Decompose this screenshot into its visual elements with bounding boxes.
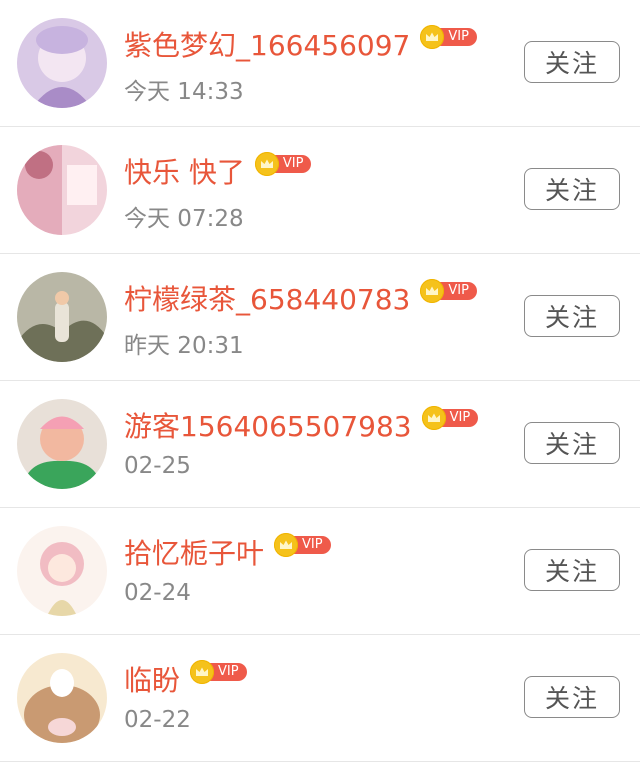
username-text: 拾忆栀子叶 <box>124 537 265 570</box>
avatar-image-icon <box>17 272 107 362</box>
timestamp: 今天 07:28 <box>124 206 244 232</box>
follow-list: 紫色梦幻_166456097 VIP 今天 14:33 关注 快乐 快了 VIP <box>0 0 640 762</box>
list-item[interactable]: 柠檬绿茶_658440783 VIP 昨天 20:31 关注 <box>0 254 640 381</box>
username[interactable]: 柠檬绿茶_658440783 VIP <box>124 278 477 318</box>
crown-icon <box>420 279 445 303</box>
list-item[interactable]: 紫色梦幻_166456097 VIP 今天 14:33 关注 <box>0 0 640 127</box>
timestamp: 昨天 20:31 <box>124 333 244 359</box>
avatar[interactable] <box>17 145 107 235</box>
avatar-image-icon <box>17 145 107 235</box>
vip-badge: VIP <box>420 279 477 303</box>
list-item[interactable]: 快乐 快了 VIP 今天 07:28 关注 <box>0 127 640 254</box>
username[interactable]: 紫色梦幻_166456097 VIP <box>124 24 477 64</box>
avatar[interactable] <box>17 653 107 743</box>
timestamp: 今天 14:33 <box>124 79 244 105</box>
timestamp: 02-25 <box>124 453 191 479</box>
follow-button[interactable]: 关注 <box>524 295 620 337</box>
avatar[interactable] <box>17 526 107 616</box>
username[interactable]: 快乐 快了 VIP <box>124 151 312 191</box>
vip-badge: VIP <box>420 25 477 49</box>
avatar-image-icon <box>17 399 107 489</box>
vip-badge: VIP <box>274 533 331 557</box>
crown-icon <box>274 533 299 557</box>
avatar[interactable] <box>17 18 107 108</box>
timestamp: 02-22 <box>124 707 191 733</box>
avatar-image-icon <box>17 653 107 743</box>
avatar[interactable] <box>17 399 107 489</box>
username-text: 柠檬绿茶_658440783 <box>124 283 411 316</box>
follow-button[interactable]: 关注 <box>524 41 620 83</box>
vip-badge: VIP <box>421 406 479 430</box>
crown-icon <box>421 406 446 430</box>
crown-icon <box>254 152 279 176</box>
list-item[interactable]: 临盼 VIP 02-22 关注 <box>0 635 640 762</box>
avatar-image-icon <box>17 18 107 108</box>
timestamp: 02-24 <box>124 580 191 606</box>
username[interactable]: 拾忆栀子叶 VIP <box>124 532 331 572</box>
follow-button[interactable]: 关注 <box>524 168 620 210</box>
crown-icon <box>420 25 445 49</box>
list-item[interactable]: 拾忆栀子叶 VIP 02-24 关注 <box>0 508 640 635</box>
vip-badge: VIP <box>190 660 247 684</box>
follow-button[interactable]: 关注 <box>524 422 620 464</box>
vip-badge: VIP <box>254 152 312 176</box>
username-text: 游客1564065507983 <box>124 410 412 443</box>
username[interactable]: 游客1564065507983 VIP <box>124 405 479 445</box>
follow-button[interactable]: 关注 <box>524 549 620 591</box>
crown-icon <box>190 660 215 684</box>
username-text: 紫色梦幻_166456097 <box>124 29 411 62</box>
list-item[interactable]: 游客1564065507983 VIP 02-25 关注 <box>0 381 640 508</box>
username-text: 临盼 <box>124 664 181 697</box>
follow-button[interactable]: 关注 <box>524 676 620 718</box>
avatar-image-icon <box>17 526 107 616</box>
username[interactable]: 临盼 VIP <box>124 659 247 699</box>
username-text: 快乐 快了 <box>124 156 245 189</box>
avatar[interactable] <box>17 272 107 362</box>
